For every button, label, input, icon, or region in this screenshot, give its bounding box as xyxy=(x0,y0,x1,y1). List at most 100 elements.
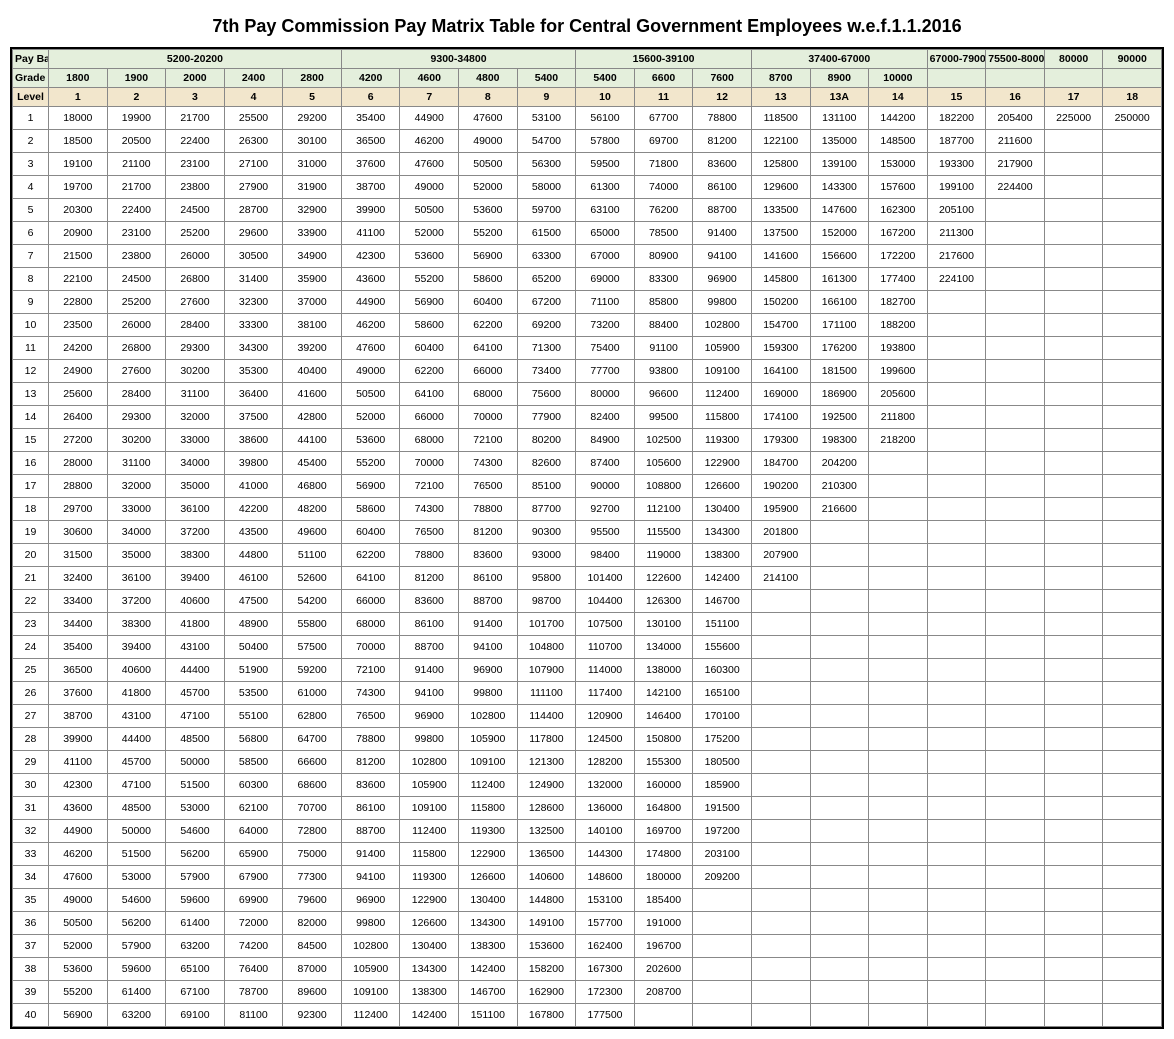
pay-cell: 205100 xyxy=(927,199,986,222)
row-index: 21 xyxy=(13,567,49,590)
pay-cell: 70000 xyxy=(459,406,518,429)
pay-cell: 105600 xyxy=(634,452,693,475)
pay-cell: 31100 xyxy=(107,452,166,475)
gradepay-cell xyxy=(986,69,1045,88)
pay-cell xyxy=(810,659,869,682)
pay-cell: 62200 xyxy=(400,360,459,383)
pay-cell xyxy=(986,291,1045,314)
pay-cell: 45700 xyxy=(166,682,225,705)
pay-cell: 53600 xyxy=(400,245,459,268)
pay-cell: 122100 xyxy=(751,130,810,153)
pay-cell: 47100 xyxy=(107,774,166,797)
pay-cell: 114400 xyxy=(517,705,576,728)
pay-cell: 99800 xyxy=(693,291,752,314)
pay-cell xyxy=(927,544,986,567)
pay-cell: 65200 xyxy=(517,268,576,291)
pay-cell xyxy=(1103,153,1162,176)
table-row: 2839900444004850056800647007880099800105… xyxy=(13,728,1162,751)
pay-cell xyxy=(751,889,810,912)
pay-cell xyxy=(869,498,928,521)
pay-cell: 95800 xyxy=(517,567,576,590)
pay-cell: 87000 xyxy=(283,958,342,981)
gradepay-cell: 4600 xyxy=(400,69,459,88)
pay-cell xyxy=(986,636,1045,659)
pay-cell: 37500 xyxy=(224,406,283,429)
pay-cell: 53500 xyxy=(224,682,283,705)
pay-cell xyxy=(1044,521,1103,544)
payband-row: Pay Band5200-202009300-3480015600-391003… xyxy=(13,50,1162,69)
pay-cell xyxy=(1044,130,1103,153)
pay-cell xyxy=(927,682,986,705)
pay-cell: 67700 xyxy=(634,107,693,130)
pay-cell xyxy=(1044,452,1103,475)
pay-cell: 40600 xyxy=(166,590,225,613)
pay-cell: 30100 xyxy=(283,130,342,153)
pay-cell: 81100 xyxy=(224,1004,283,1027)
pay-cell: 71800 xyxy=(634,153,693,176)
level-cell: 18 xyxy=(1103,88,1162,107)
pay-cell: 80900 xyxy=(634,245,693,268)
level-cell: 9 xyxy=(517,88,576,107)
pay-cell: 148600 xyxy=(576,866,635,889)
pay-cell xyxy=(751,774,810,797)
gradepay-cell: 2800 xyxy=(283,69,342,88)
pay-cell: 94100 xyxy=(459,636,518,659)
pay-cell: 119300 xyxy=(400,866,459,889)
pay-cell: 44900 xyxy=(400,107,459,130)
pay-cell: 88700 xyxy=(341,820,400,843)
pay-cell: 146700 xyxy=(693,590,752,613)
pay-cell: 31100 xyxy=(166,383,225,406)
pay-cell: 118500 xyxy=(751,107,810,130)
pay-cell xyxy=(810,590,869,613)
pay-cell: 22100 xyxy=(49,268,108,291)
pay-cell: 38700 xyxy=(341,176,400,199)
pay-cell: 202600 xyxy=(634,958,693,981)
pay-cell xyxy=(986,452,1045,475)
pay-cell: 28400 xyxy=(166,314,225,337)
pay-cell: 74300 xyxy=(341,682,400,705)
pay-cell: 40600 xyxy=(107,659,166,682)
pay-cell xyxy=(634,1004,693,1027)
pay-cell: 167200 xyxy=(869,222,928,245)
pay-cell: 164800 xyxy=(634,797,693,820)
pay-cell xyxy=(1103,613,1162,636)
pay-cell: 48500 xyxy=(166,728,225,751)
pay-cell: 211800 xyxy=(869,406,928,429)
pay-cell: 88400 xyxy=(634,314,693,337)
pay-cell: 121300 xyxy=(517,751,576,774)
pay-cell xyxy=(1044,866,1103,889)
pay-cell: 90300 xyxy=(517,521,576,544)
row-index: 38 xyxy=(13,958,49,981)
level-cell: 15 xyxy=(927,88,986,107)
pay-cell: 250000 xyxy=(1103,107,1162,130)
pay-cell xyxy=(869,866,928,889)
row-index: 24 xyxy=(13,636,49,659)
pay-cell: 117800 xyxy=(517,728,576,751)
gradepay-cell: 4200 xyxy=(341,69,400,88)
pay-cell: 47500 xyxy=(224,590,283,613)
pay-cell: 43600 xyxy=(49,797,108,820)
pay-cell: 56200 xyxy=(107,912,166,935)
pay-cell: 85100 xyxy=(517,475,576,498)
gradepay-cell: 2000 xyxy=(166,69,225,88)
pay-cell xyxy=(927,935,986,958)
pay-cell: 74300 xyxy=(400,498,459,521)
row-index: 19 xyxy=(13,521,49,544)
pay-cell: 140600 xyxy=(517,866,576,889)
pay-cell: 160000 xyxy=(634,774,693,797)
pay-cell: 155600 xyxy=(693,636,752,659)
pay-cell xyxy=(986,820,1045,843)
pay-cell xyxy=(751,659,810,682)
gradepay-cell: 5400 xyxy=(517,69,576,88)
pay-cell xyxy=(986,567,1045,590)
pay-cell: 78700 xyxy=(224,981,283,1004)
pay-cell xyxy=(1103,475,1162,498)
pay-cell: 76200 xyxy=(634,199,693,222)
pay-cell xyxy=(869,728,928,751)
pay-cell: 130100 xyxy=(634,613,693,636)
pay-cell: 105900 xyxy=(341,958,400,981)
table-row: 4197002170023800279003190038700490005200… xyxy=(13,176,1162,199)
row-index: 34 xyxy=(13,866,49,889)
pay-cell: 140100 xyxy=(576,820,635,843)
table-row: 5203002240024500287003290039900505005360… xyxy=(13,199,1162,222)
